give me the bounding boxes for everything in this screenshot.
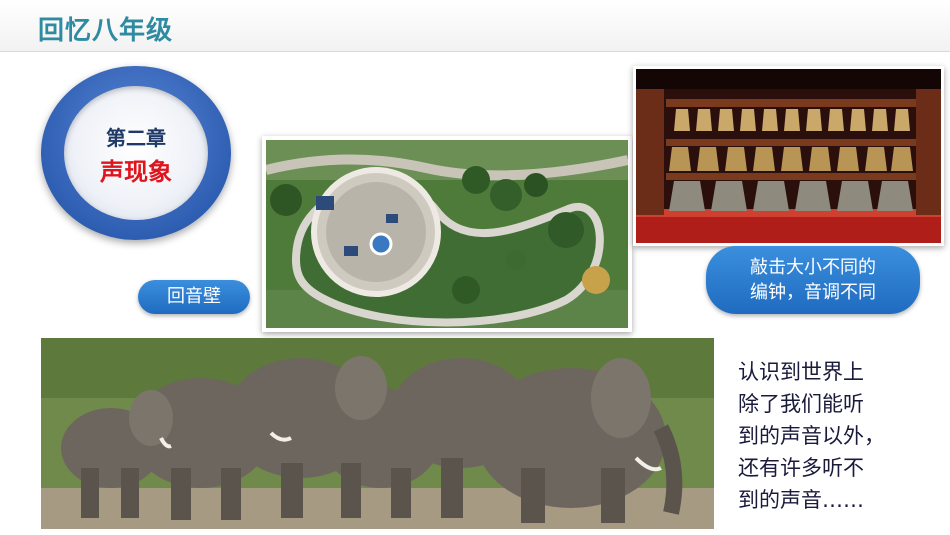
elephants-photo [41,338,714,529]
caption-line: 到的声音以外， [738,424,885,448]
chime-bells-label-line1: 敲击大小不同的 [750,257,876,278]
caption-line: 到的声音…… [738,488,864,512]
caption-text: 认识到世界上 除了我们能听 到的声音以外， 还有许多听不 到的声音…… [738,356,930,516]
header-bar: 回忆八年级 [0,0,950,52]
chapter-number: 第二章 [106,126,166,150]
page-title: 回忆八年级 [38,16,174,46]
echo-wall-label: 回音壁 [138,280,250,314]
chime-bells-photo [633,66,944,246]
echo-wall-photo [262,136,632,332]
chime-bells-label-line2: 编钟，音调不同 [750,282,876,303]
caption-line: 认识到世界上 [738,360,864,384]
chapter-name: 声现象 [100,158,172,186]
chime-bells-label: 敲击大小不同的 编钟，音调不同 [706,246,920,314]
caption-line: 还有许多听不 [738,456,864,480]
caption-line: 除了我们能听 [738,392,864,416]
